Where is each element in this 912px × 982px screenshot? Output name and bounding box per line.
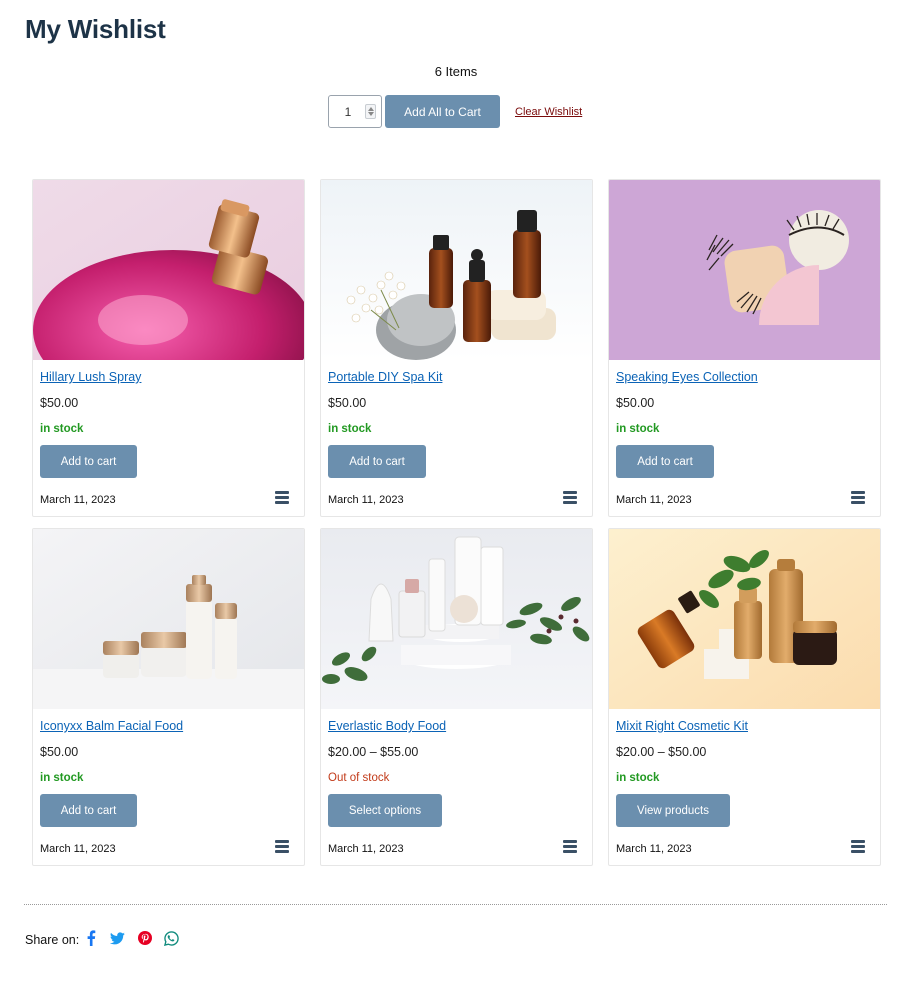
product-name-link[interactable]: Everlastic Body Food [328,719,446,733]
product-card: Speaking Eyes Collection $50.00 in stock… [608,179,881,517]
whatsapp-icon[interactable] [164,930,179,946]
product-name-link[interactable]: Portable DIY Spa Kit [328,370,442,384]
share-label: Share on: [25,933,80,947]
select-options-button[interactable]: Select options [328,794,442,827]
product-name-link[interactable]: Mixit Right Cosmetic Kit [616,719,748,733]
product-price: $50.00 [328,396,367,410]
facebook-icon[interactable] [83,930,98,946]
quantity-value: 1 [344,105,352,119]
date-added: March 11, 2023 [616,494,692,506]
product-price: $20.00 – $55.00 [328,745,419,759]
stock-status: Out of stock [328,772,390,784]
product-price: $20.00 – $50.00 [616,745,707,759]
add-to-cart-button[interactable]: Add to cart [40,794,137,827]
add-to-cart-button[interactable]: Add to cart [616,445,714,478]
spa-kit-image[interactable] [321,180,592,360]
product-card: Mixit Right Cosmetic Kit $20.00 – $50.00… [608,528,881,866]
menu-icon[interactable] [563,491,577,504]
date-added: March 11, 2023 [616,843,692,855]
quantity-stepper[interactable]: 1 [328,95,382,128]
menu-icon[interactable] [275,491,289,504]
menu-icon[interactable] [851,840,865,853]
clear-wishlist-link[interactable]: Clear Wishlist [515,106,582,118]
body-care-image[interactable] [321,529,592,709]
perfume-bottle-image[interactable] [33,180,304,360]
quantity-spinner-icon[interactable] [365,104,376,119]
share-icons [83,930,179,946]
date-added: March 11, 2023 [328,843,404,855]
product-card: Everlastic Body Food $20.00 – $55.00 Out… [320,528,593,866]
eyelashes-image[interactable] [609,180,880,360]
product-name-link[interactable]: Iconyxx Balm Facial Food [40,719,183,733]
product-price: $50.00 [40,745,79,759]
menu-icon[interactable] [851,491,865,504]
twitter-icon[interactable] [110,930,125,946]
date-added: March 11, 2023 [40,494,116,506]
cosmetic-kit-image[interactable] [609,529,880,709]
add-to-cart-button[interactable]: Add to cart [328,445,426,478]
view-products-button[interactable]: View products [616,794,730,827]
menu-icon[interactable] [563,840,577,853]
product-card: Portable DIY Spa Kit $50.00 in stock Add… [320,179,593,517]
product-card: Hillary Lush Spray $50.00 in stock Add t… [32,179,305,517]
cream-jars-image[interactable] [33,529,304,709]
date-added: March 11, 2023 [328,494,404,506]
product-name-link[interactable]: Hillary Lush Spray [40,370,141,384]
add-to-cart-button[interactable]: Add to cart [40,445,137,478]
product-name-link[interactable]: Speaking Eyes Collection [616,370,758,384]
menu-icon[interactable] [275,840,289,853]
stock-status: in stock [616,772,660,784]
stock-status: in stock [40,772,84,784]
date-added: March 11, 2023 [40,843,116,855]
page-title: My Wishlist [25,14,166,44]
wishlist-toolbar: 1 Add All to Cart Clear Wishlist [328,95,582,128]
add-all-to-cart-button[interactable]: Add All to Cart [385,95,500,128]
items-count: 6 Items [434,64,478,79]
stock-status: in stock [40,423,84,435]
product-price: $50.00 [616,396,655,410]
product-price: $50.00 [40,396,79,410]
product-card: Iconyxx Balm Facial Food $50.00 in stock… [32,528,305,866]
footer-divider [24,904,887,905]
stock-status: in stock [328,423,372,435]
stock-status: in stock [616,423,660,435]
pinterest-icon[interactable] [137,930,152,946]
